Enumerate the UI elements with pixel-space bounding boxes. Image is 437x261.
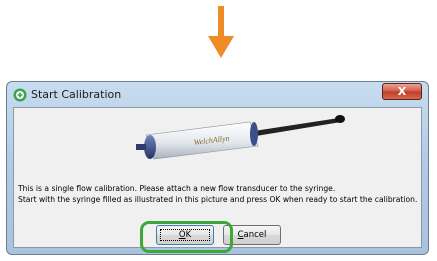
close-button[interactable]: X — [382, 83, 422, 100]
title-bar[interactable]: Start Calibration X — [7, 82, 428, 108]
down-arrow-icon — [208, 6, 234, 58]
instructions-line-2: Start with the syringe filled as illustr… — [18, 195, 418, 204]
instructions-text: This is a single flow calibration. Pleas… — [18, 183, 428, 205]
cancel-label-rest: ancel — [243, 230, 267, 240]
app-icon — [13, 88, 27, 102]
instructions-line-1: This is a single flow calibration. Pleas… — [18, 184, 336, 193]
dialog-title: Start Calibration — [31, 88, 122, 101]
calibration-syringe-image: WelchAllyn — [136, 115, 345, 160]
ok-highlight-ring — [140, 221, 233, 253]
